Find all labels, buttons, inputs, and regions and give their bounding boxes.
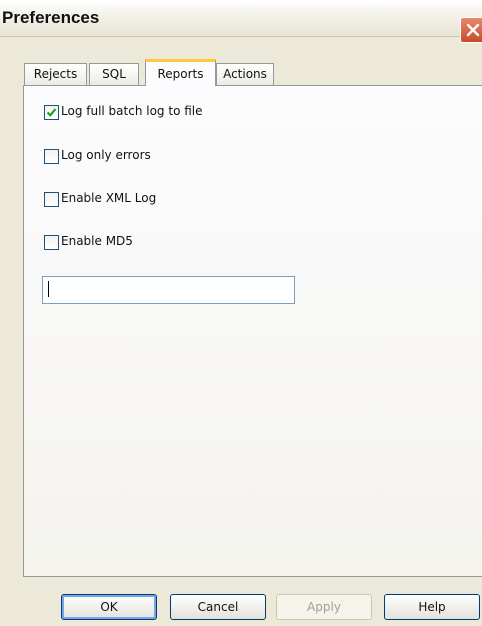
help-button[interactable]: Help <box>384 594 480 620</box>
log-only-errors-label: Log only errors <box>61 148 151 162</box>
window-title: Preferences <box>2 8 100 27</box>
enable-xml-log-checkbox[interactable] <box>44 192 59 207</box>
log-full-batch-checkbox[interactable] <box>44 105 59 120</box>
enable-xml-log-label: Enable XML Log <box>61 191 157 205</box>
enable-md5-label: Enable MD5 <box>61 234 133 248</box>
close-icon <box>466 23 480 37</box>
log-full-batch-label: Log full batch log to file <box>61 104 203 118</box>
tab-reports[interactable]: Reports <box>145 59 216 86</box>
report-path-input[interactable] <box>42 276 295 304</box>
tab-actions[interactable]: Actions <box>216 63 274 85</box>
cancel-button[interactable]: Cancel <box>170 594 266 620</box>
log-only-errors-checkbox[interactable] <box>44 149 59 164</box>
apply-button[interactable]: Apply <box>276 594 372 620</box>
enable-md5-checkbox[interactable] <box>44 235 59 250</box>
close-button[interactable] <box>460 17 482 43</box>
text-caret <box>48 281 49 297</box>
preferences-window: Preferences Rejects SQL Reports Actions … <box>0 0 482 626</box>
tab-rejects[interactable]: Rejects <box>24 63 87 85</box>
ok-button[interactable]: OK <box>61 594 157 620</box>
title-bar[interactable]: Preferences <box>0 0 482 43</box>
tab-sql[interactable]: SQL <box>89 63 139 85</box>
checkmark-icon <box>46 108 57 117</box>
